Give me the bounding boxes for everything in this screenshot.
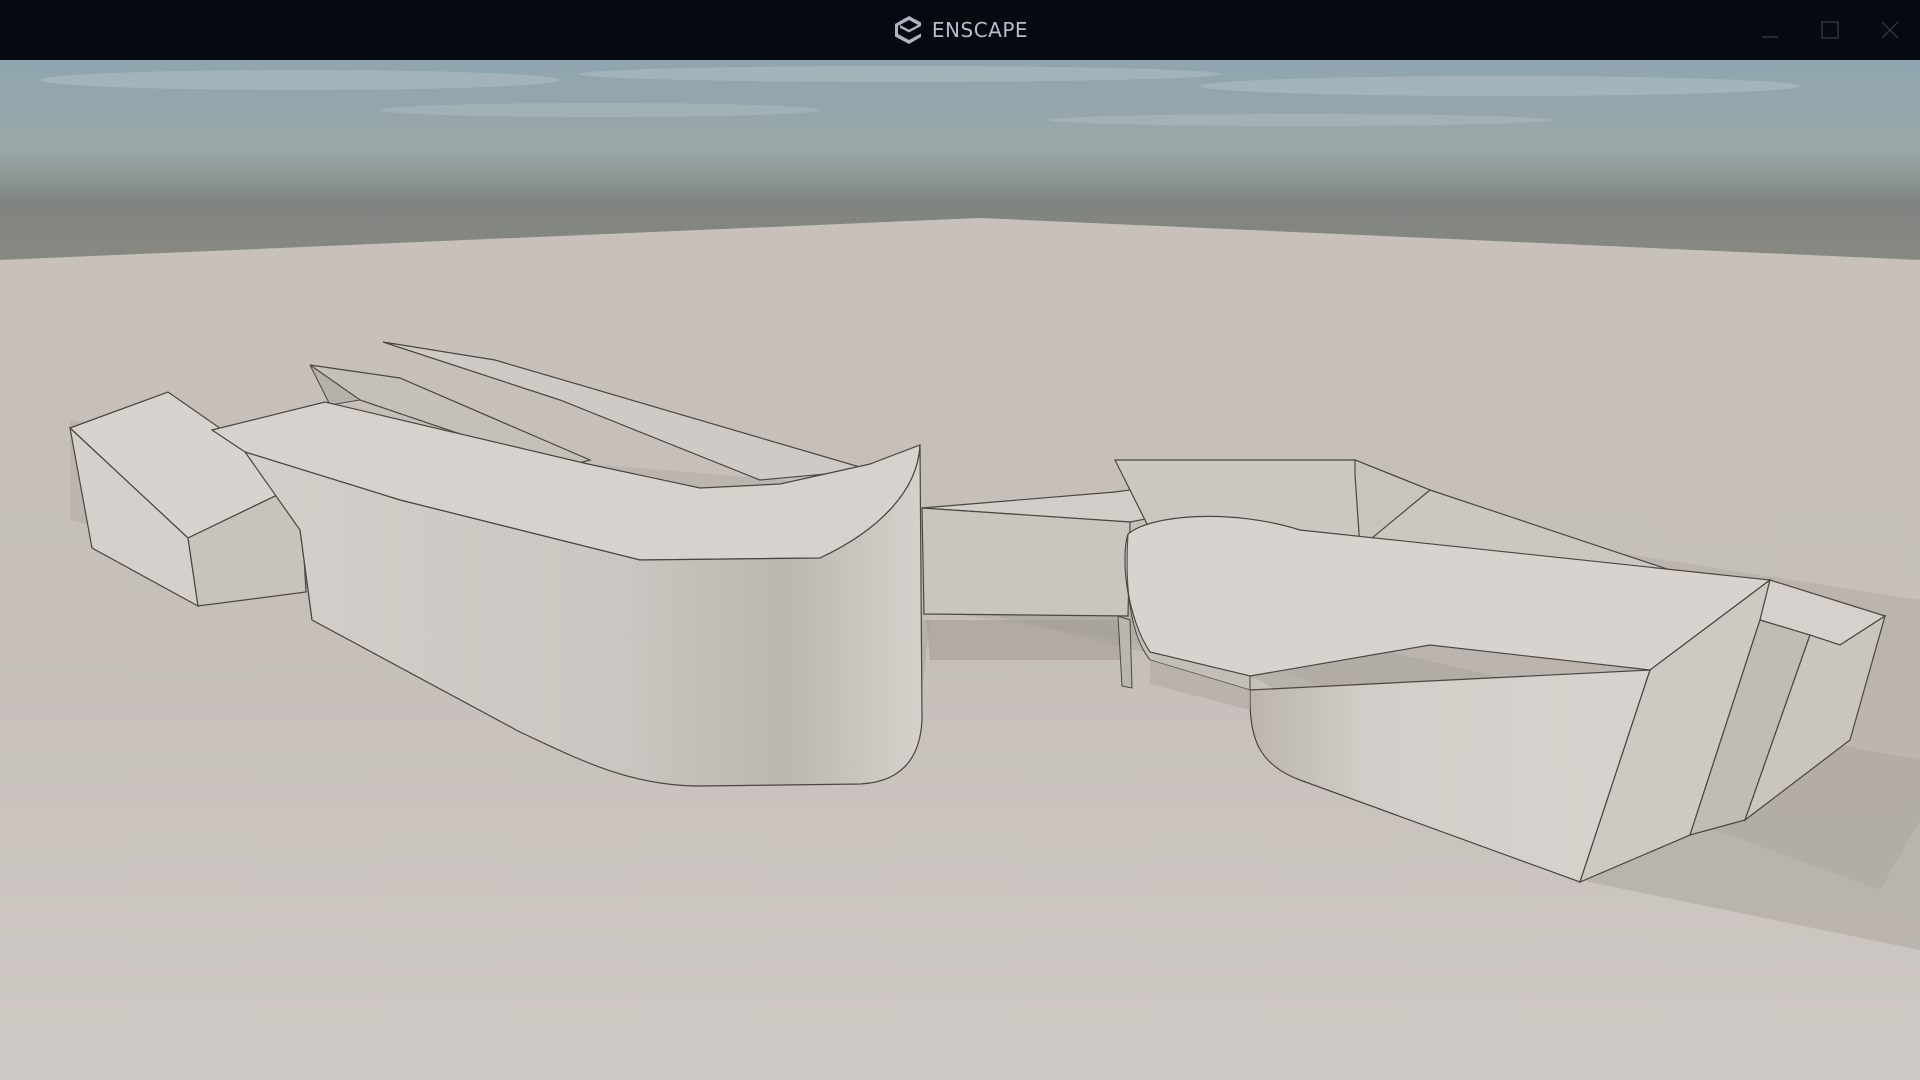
title-bar[interactable]: ENSCAPE [0, 0, 1920, 60]
maximize-button[interactable] [1800, 0, 1860, 60]
close-icon [1881, 21, 1899, 39]
window-controls [1740, 0, 1920, 60]
enscape-logo-icon [894, 16, 921, 44]
minimize-icon [1762, 36, 1778, 38]
app-title: ENSCAPE [931, 18, 1029, 42]
app-brand: ENSCAPE [892, 0, 1028, 60]
architectural-model-render [0, 60, 1920, 1080]
close-button[interactable] [1860, 0, 1920, 60]
enscape-window: ENSCAPE [0, 0, 1920, 1080]
maximize-icon [1821, 21, 1839, 39]
minimize-button[interactable] [1740, 0, 1800, 60]
render-viewport[interactable] [0, 60, 1920, 1080]
